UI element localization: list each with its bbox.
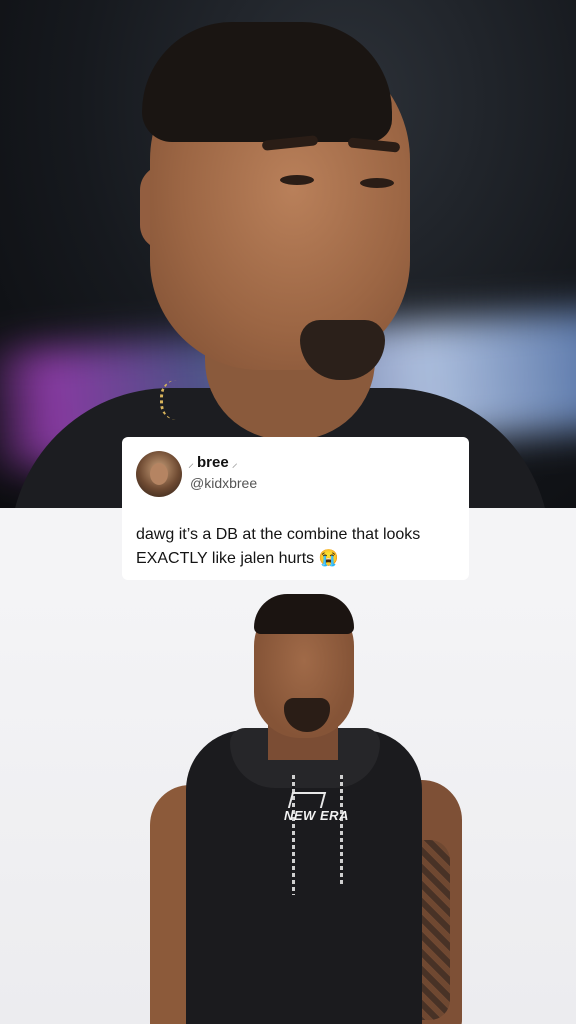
- name-row: ⸝ bree ⸝: [188, 454, 238, 472]
- top-photo: [0, 0, 576, 508]
- hair: [142, 22, 392, 142]
- avatar-face: [150, 463, 168, 485]
- user-handle[interactable]: @kidxbree: [190, 475, 257, 491]
- leaf-icon: ⸝: [188, 456, 195, 470]
- avatar[interactable]: [136, 451, 182, 497]
- chain-necklace: [160, 380, 193, 420]
- display-name[interactable]: bree: [197, 454, 229, 472]
- bottom-photo: NEW ERA: [0, 580, 576, 1024]
- eye: [360, 178, 394, 188]
- eye: [280, 175, 314, 185]
- leaf-icon: ⸝: [231, 456, 238, 470]
- shirt-brand-text: NEW ERA: [284, 808, 349, 823]
- tweet-card[interactable]: ⸝ bree ⸝ @kidxbree dawg it’s a DB at the…: [122, 437, 469, 580]
- tweet-text: dawg it’s a DB at the combine that looks…: [136, 526, 421, 567]
- hair: [254, 594, 354, 634]
- drawstring: [340, 775, 343, 885]
- brand-logo-icon: [287, 792, 327, 808]
